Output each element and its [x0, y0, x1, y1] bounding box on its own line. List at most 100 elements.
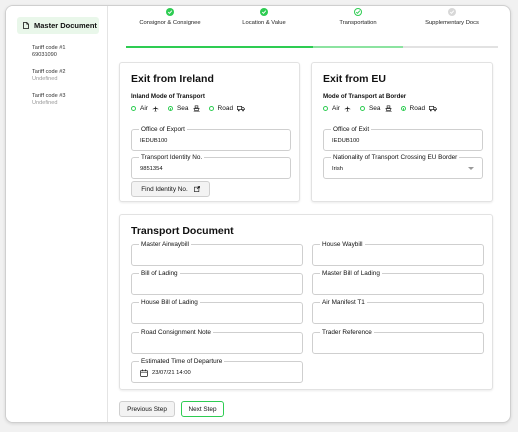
field-label: House Waybill: [320, 241, 365, 248]
inland-mode-label: Inland Mode of Transport: [131, 93, 205, 100]
field-label: Trader Reference: [320, 329, 374, 336]
step-label: Consignor & Consignee: [139, 20, 201, 26]
card-title: Exit from Ireland: [131, 73, 214, 85]
button-label: Find Identity No.: [141, 185, 188, 193]
departure-datetime-field[interactable]: Estimated Time of Departure 23/07/21 14:…: [131, 358, 303, 383]
radio-sea[interactable]: Sea: [359, 105, 392, 112]
field-value: Irish: [332, 166, 343, 172]
truck-icon: [429, 105, 437, 112]
office-of-exit-field[interactable]: Office of Exit IEDUB100: [323, 126, 483, 151]
find-identity-button[interactable]: Find Identity No.: [131, 181, 210, 197]
sidebar-item-master-document[interactable]: Master Document: [17, 17, 99, 34]
progress-bar-remaining: [403, 46, 498, 48]
nationality-select[interactable]: Nationality of Transport Crossing EU Bor…: [323, 154, 483, 179]
step-label: Location & Value: [242, 20, 286, 26]
field-label: Estimated Time of Departure: [139, 358, 225, 365]
field-label: Office of Exit: [331, 126, 372, 133]
radio-road[interactable]: Road: [208, 105, 246, 112]
radio-label: Road: [409, 105, 426, 112]
external-link-icon: [193, 186, 200, 192]
field-label: Office of Export: [139, 126, 187, 133]
radio-circle: [167, 106, 173, 111]
transport-document-card: Transport Document Master Airwaybill Hou…: [119, 214, 493, 390]
field-label: Air Manifest T1: [320, 299, 367, 306]
step-consignor-consignee[interactable]: Consignor & Consignee: [126, 8, 214, 26]
previous-step-button[interactable]: Previous Step: [119, 401, 175, 417]
step-supplementary-docs[interactable]: Supplementary Docs: [408, 8, 496, 26]
field-label: Nationality of Transport Crossing EU Bor…: [331, 154, 460, 161]
step-transportation[interactable]: Transportation: [314, 8, 402, 26]
airplane-icon: [344, 105, 351, 112]
radio-label: Air: [140, 105, 148, 112]
bill-of-lading-field[interactable]: Bill of Lading: [131, 270, 303, 295]
field-value: 23/07/21 14:00: [152, 370, 191, 376]
airplane-icon: [152, 105, 159, 112]
border-mode-label: Mode of Transport at Border: [323, 93, 407, 100]
air-manifest-field[interactable]: Air Manifest T1: [312, 299, 484, 324]
button-label: Previous Step: [127, 405, 167, 413]
sidebar: Master Document Tariff code #1 69031090 …: [6, 6, 108, 422]
radio-circle: [400, 106, 406, 111]
tariff-title: Tariff code #2: [32, 69, 66, 75]
progress-bar-complete: [126, 46, 313, 48]
radio-circle: [131, 106, 136, 111]
radio-air[interactable]: Air: [131, 105, 159, 112]
ship-icon: [384, 105, 392, 112]
check-icon: [260, 8, 268, 16]
tariff-title: Tariff code #3: [32, 93, 66, 99]
button-label: Next Step: [188, 405, 217, 413]
radio-circle: [323, 106, 328, 111]
house-bill-of-lading-field[interactable]: House Bill of Lading: [131, 299, 303, 324]
house-waybill-field[interactable]: House Waybill: [312, 241, 484, 266]
radio-sea[interactable]: Sea: [167, 105, 200, 112]
radio-label: Sea: [368, 105, 381, 112]
check-icon: [448, 8, 456, 16]
step-label: Supplementary Docs: [425, 20, 479, 26]
exit-from-ireland-card: Exit from Ireland Inland Mode of Transpo…: [119, 62, 300, 202]
office-of-export-field[interactable]: Office of Export IEDUB100: [131, 126, 291, 151]
tariff-value: Undefined: [32, 76, 58, 82]
calendar-icon: [140, 369, 148, 377]
progress-stepper: Consignor & Consignee Location & Value T…: [108, 6, 510, 50]
field-value: 9851354: [140, 166, 163, 172]
truck-icon: [237, 105, 245, 112]
master-airwaybill-field[interactable]: Master Airwaybill: [131, 241, 303, 266]
trader-reference-field[interactable]: Trader Reference: [312, 329, 484, 354]
field-label: Master Airwaybill: [139, 241, 191, 248]
inland-mode-radio-group: Air Sea Road: [131, 105, 254, 112]
sidebar-item-tariff-3[interactable]: Tariff code #3 Undefined: [32, 93, 65, 107]
exit-from-eu-card: Exit from EU Mode of Transport at Border…: [311, 62, 493, 202]
datetime-value-row: 23/07/21 14:00: [140, 369, 191, 377]
radio-label: Road: [217, 105, 234, 112]
step-location-value[interactable]: Location & Value: [220, 8, 308, 26]
tariff-value: Undefined: [32, 100, 58, 106]
card-title: Transport Document: [131, 225, 234, 237]
transport-identity-field[interactable]: Transport Identity No. 9851354: [131, 154, 291, 179]
tariff-title: Tariff code #1: [32, 45, 66, 51]
ship-icon: [192, 105, 200, 112]
app-window: Master Document Tariff code #1 69031090 …: [5, 5, 511, 423]
next-step-button[interactable]: Next Step: [181, 401, 224, 417]
step-label: Transportation: [339, 20, 377, 26]
field-label: Transport Identity No.: [139, 154, 205, 161]
border-mode-radio-group: Air Sea Road: [323, 105, 446, 112]
card-title: Exit from EU: [323, 73, 387, 85]
field-value: IEDUB100: [140, 138, 168, 144]
radio-label: Air: [332, 105, 340, 112]
master-bill-of-lading-field[interactable]: Master Bill of Lading: [312, 270, 484, 295]
check-icon: [354, 8, 362, 16]
sidebar-item-tariff-1[interactable]: Tariff code #1 69031090: [32, 45, 65, 59]
tariff-value: 69031090: [32, 52, 57, 58]
radio-circle: [208, 106, 214, 111]
field-label: Road Consignment Note: [139, 329, 213, 336]
field-label: Master Bill of Lading: [320, 270, 382, 277]
sidebar-item-tariff-2[interactable]: Tariff code #2 Undefined: [32, 69, 65, 83]
document-icon: [23, 22, 29, 29]
field-value: IEDUB100: [332, 138, 360, 144]
radio-air[interactable]: Air: [323, 105, 351, 112]
radio-circle: [359, 106, 365, 111]
radio-road[interactable]: Road: [400, 105, 438, 112]
road-consignment-field[interactable]: Road Consignment Note: [131, 329, 303, 354]
field-label: Bill of Lading: [139, 270, 180, 277]
chevron-down-icon: [468, 167, 474, 170]
